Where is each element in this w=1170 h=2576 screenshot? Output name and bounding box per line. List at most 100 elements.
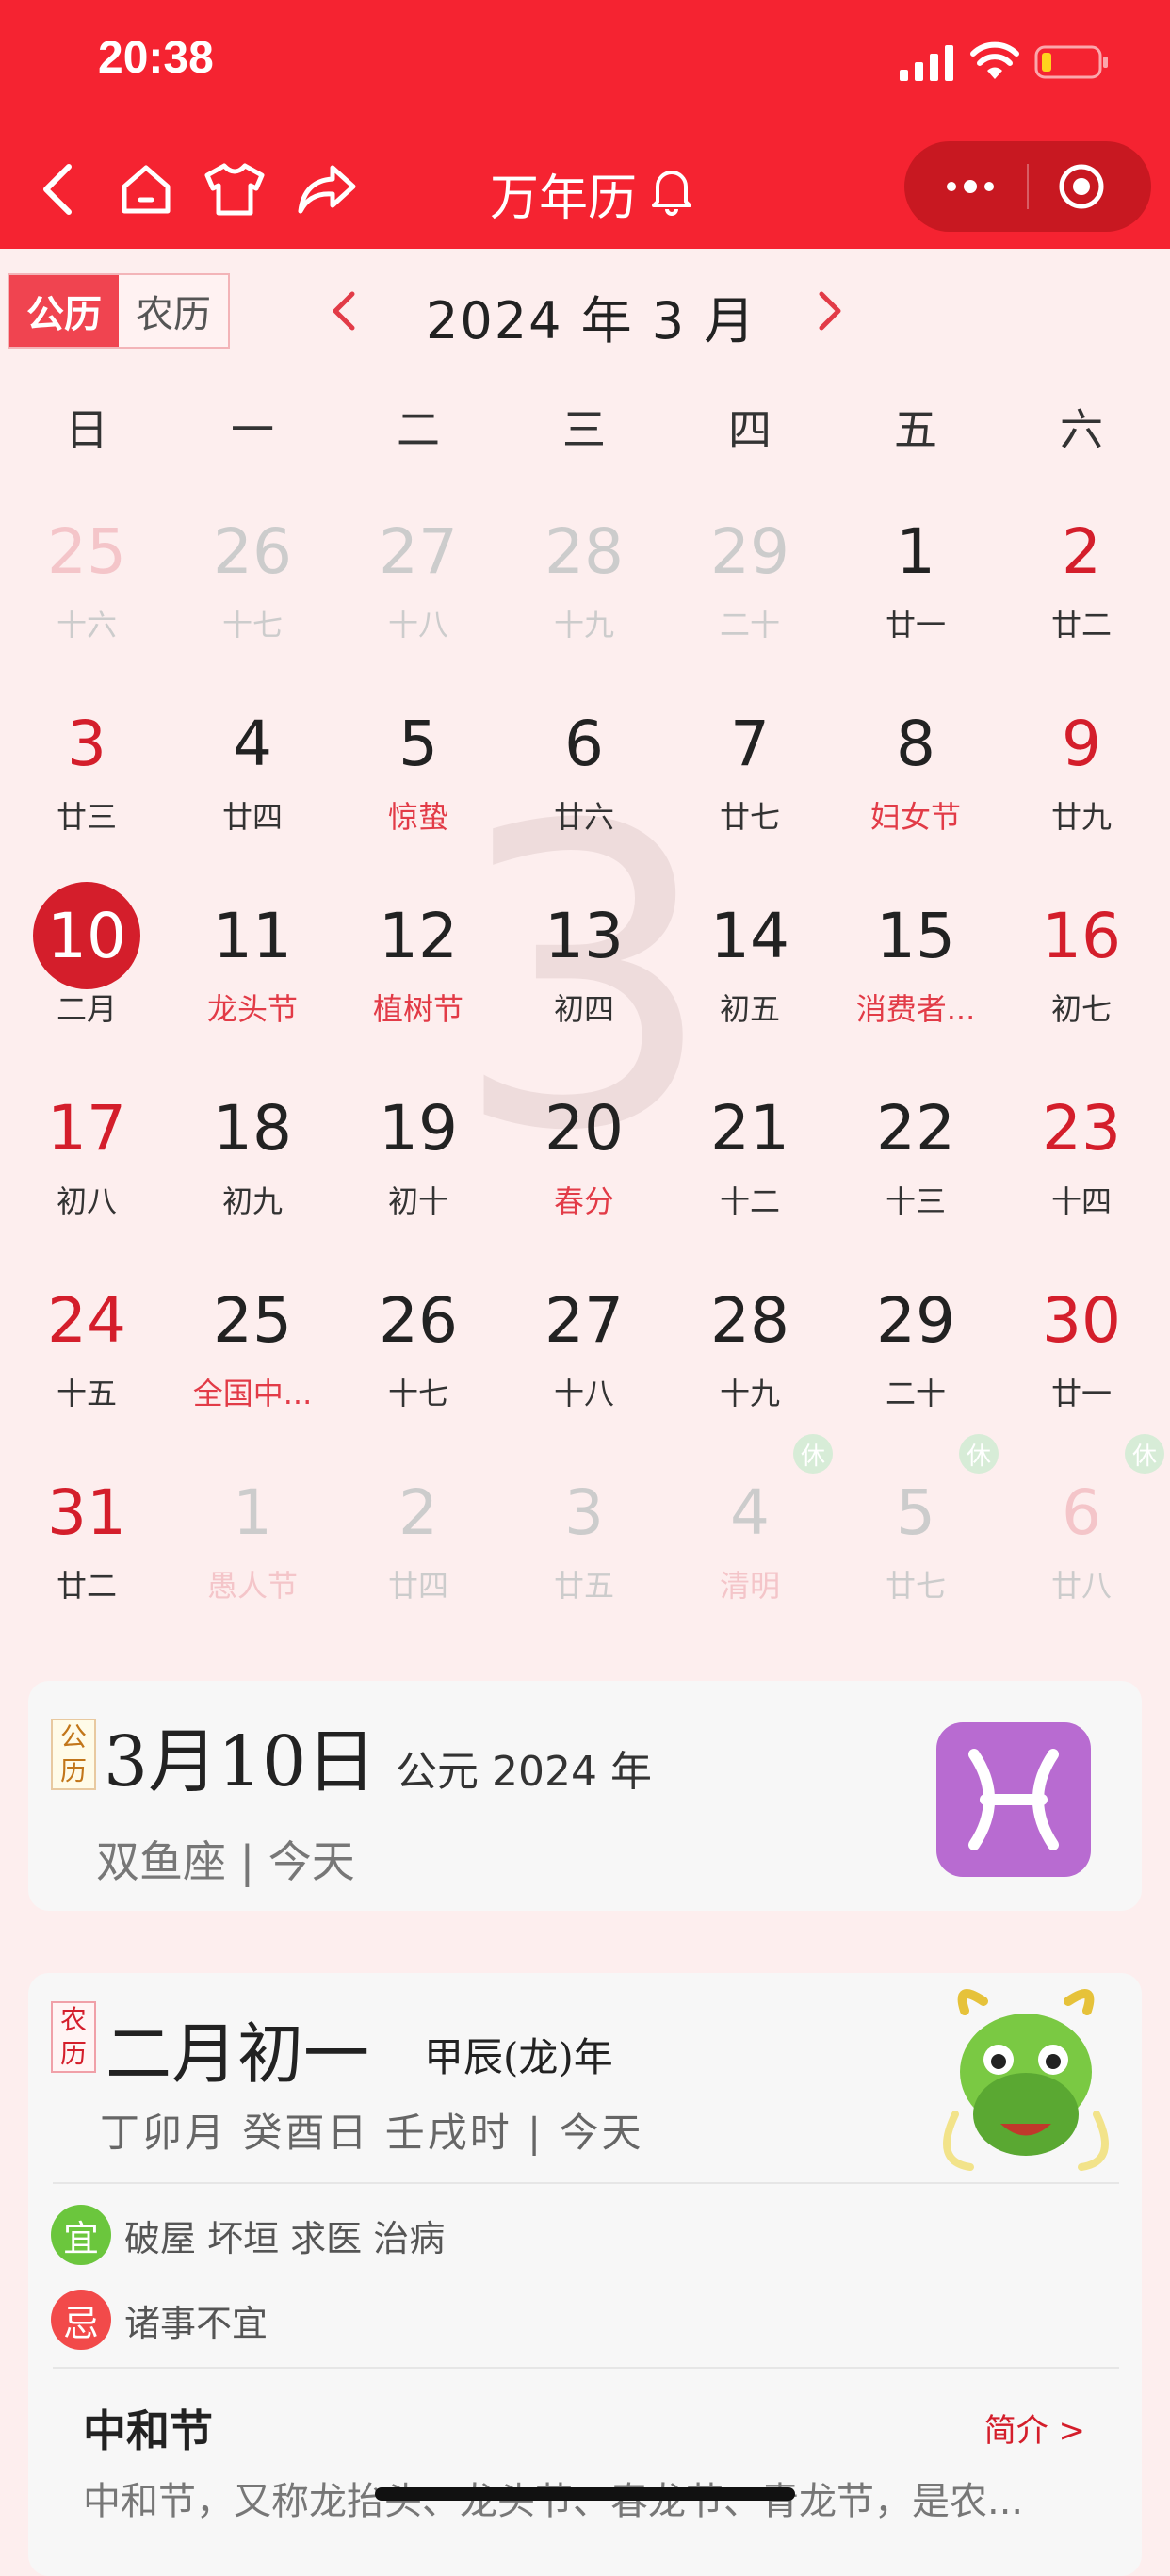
- day-number: 28: [710, 1284, 789, 1357]
- day-number: 27: [544, 1284, 624, 1357]
- lunar-day: 二月: [56, 991, 117, 1027]
- divider: [53, 2367, 1119, 2369]
- holiday-rest-badge: 休: [1125, 1434, 1164, 1474]
- day-cell[interactable]: 6 廿八: [999, 1466, 1164, 1636]
- day-cell[interactable]: 29 二十: [667, 505, 833, 675]
- next-month-button[interactable]: [801, 283, 857, 339]
- day-cell[interactable]: 26 十七: [335, 1274, 501, 1443]
- day-number: 16: [1042, 900, 1121, 972]
- zodiac-today: 双鱼座 | 今天: [96, 1836, 355, 1887]
- day-cell[interactable]: 2 廿四: [335, 1466, 501, 1636]
- lunar-date-card: 农历 二月初一 甲辰(龙)年 丁卯月 癸酉日 壬戌时 | 今天 宜 破屋 坏垣 …: [28, 1973, 1142, 2576]
- day-cell[interactable]: 19 初十: [335, 1082, 501, 1251]
- pisces-icon: [936, 1722, 1091, 1877]
- day-cell[interactable]: 7 廿七: [667, 697, 833, 867]
- day-cell[interactable]: 15 消费者...: [833, 889, 999, 1059]
- day-cell[interactable]: 11 龙头节: [170, 889, 335, 1059]
- day-number: 1: [233, 1476, 272, 1549]
- lunar-day: 廿二: [1050, 607, 1112, 643]
- day-cell[interactable]: 18 初九: [170, 1082, 335, 1251]
- day-cell[interactable]: 14 初五: [667, 889, 833, 1059]
- shirt-icon: [204, 163, 265, 216]
- day-number: 25: [47, 515, 126, 588]
- day-cell[interactable]: 3 廿五: [501, 1466, 667, 1636]
- day-cell[interactable]: 23 十四: [999, 1082, 1164, 1251]
- day-cell[interactable]: 26 十七: [170, 505, 335, 675]
- day-cell[interactable]: 28 十九: [501, 505, 667, 675]
- lunar-day: 十七: [221, 607, 283, 643]
- home-button[interactable]: [115, 158, 177, 220]
- lunar-day: 廿四: [387, 1568, 448, 1604]
- lunar-day: 廿五: [553, 1568, 614, 1604]
- bell-icon[interactable]: [650, 164, 693, 217]
- day-cell[interactable]: 12 植树节: [335, 889, 501, 1059]
- day-cell[interactable]: 30 廿一: [999, 1274, 1164, 1443]
- festival-title: 中和节: [83, 2405, 213, 2456]
- month-navigation: 2024 年 3 月: [0, 273, 1170, 351]
- day-cell[interactable]: 29 二十: [833, 1274, 999, 1443]
- day-cell[interactable]: 21 十二: [667, 1082, 833, 1251]
- day-cell[interactable]: 5 惊蛰: [335, 697, 501, 867]
- weekday-label: 一: [231, 404, 274, 455]
- day-cell[interactable]: 4 清明: [667, 1466, 833, 1636]
- solar-date-card[interactable]: 公历 3月10日 公元 2024 年 双鱼座 | 今天: [28, 1681, 1142, 1911]
- avoid-row: 忌 诸事不宜: [51, 2290, 268, 2350]
- day-cell[interactable]: 13 初四: [501, 889, 667, 1059]
- day-cell[interactable]: 31 廿二: [4, 1466, 170, 1636]
- festival-label: 龙头节: [206, 991, 298, 1027]
- wifi-icon: [970, 41, 1019, 79]
- day-cell[interactable]: 1 廿一: [833, 505, 999, 675]
- day-cell[interactable]: 8 妇女节: [833, 697, 999, 867]
- weekday-label: 五: [894, 404, 937, 455]
- day-cell[interactable]: 2 廿二: [999, 505, 1164, 675]
- lunar-day: 廿四: [221, 799, 283, 835]
- lunar-day: 二十: [885, 1376, 946, 1411]
- day-cell[interactable]: 1 愚人节: [170, 1466, 335, 1636]
- day-number: 12: [379, 900, 458, 972]
- day-cell[interactable]: 6 廿六: [501, 697, 667, 867]
- day-number: 5: [896, 1476, 935, 1549]
- home-indicator[interactable]: [375, 2487, 795, 2501]
- day-number: 3: [564, 1476, 604, 1549]
- festival-intro-link[interactable]: 简介 >: [984, 2405, 1085, 2451]
- day-number: 27: [379, 515, 458, 588]
- weekday-header: 日 一 二 三 四 五 六: [0, 396, 1170, 455]
- avoid-badge: 忌: [51, 2290, 111, 2350]
- weekday-label: 日: [65, 404, 108, 455]
- day-cell[interactable]: 3 廿三: [4, 697, 170, 867]
- day-cell[interactable]: 20 春分: [501, 1082, 667, 1251]
- holiday-rest-badge: 休: [959, 1434, 999, 1474]
- more-icon[interactable]: [942, 168, 999, 205]
- share-button[interactable]: [296, 158, 358, 220]
- share-icon: [298, 165, 356, 214]
- day-number: 7: [730, 708, 770, 780]
- prev-month-button[interactable]: [317, 283, 373, 339]
- day-number: 10: [47, 900, 126, 972]
- back-button[interactable]: [26, 158, 89, 220]
- day-cell[interactable]: 24 十五: [4, 1274, 170, 1443]
- day-cell[interactable]: 25 全国中...: [170, 1274, 335, 1443]
- day-cell[interactable]: 27 十八: [335, 505, 501, 675]
- day-number: 30: [1042, 1284, 1121, 1357]
- day-cell[interactable]: 17 初八: [4, 1082, 170, 1251]
- avoid-activities: 诸事不宜: [124, 2302, 268, 2344]
- wardrobe-button[interactable]: [203, 158, 266, 220]
- day-cell[interactable]: 25 十六: [4, 505, 170, 675]
- day-cell-today[interactable]: 10 二月: [4, 882, 170, 1059]
- day-number: 17: [47, 1092, 126, 1165]
- close-mini-program-icon[interactable]: [1057, 162, 1106, 211]
- day-cell[interactable]: 16 初七: [999, 889, 1164, 1059]
- day-cell[interactable]: 9 廿九: [999, 697, 1164, 867]
- month-label[interactable]: 2024 年 3 月: [426, 279, 756, 353]
- day-number: 11: [213, 900, 292, 972]
- day-cell[interactable]: 4 廿四: [170, 697, 335, 867]
- day-cell[interactable]: 28 十九: [667, 1274, 833, 1443]
- day-cell[interactable]: 22 十三: [833, 1082, 999, 1251]
- day-number: 5: [398, 708, 438, 780]
- battery-icon: [1034, 45, 1108, 79]
- lunar-day: 初十: [387, 1183, 448, 1219]
- day-number: 20: [544, 1092, 624, 1165]
- day-number: 3: [67, 708, 106, 780]
- day-cell[interactable]: 27 十八: [501, 1274, 667, 1443]
- day-cell[interactable]: 5 廿七: [833, 1466, 999, 1636]
